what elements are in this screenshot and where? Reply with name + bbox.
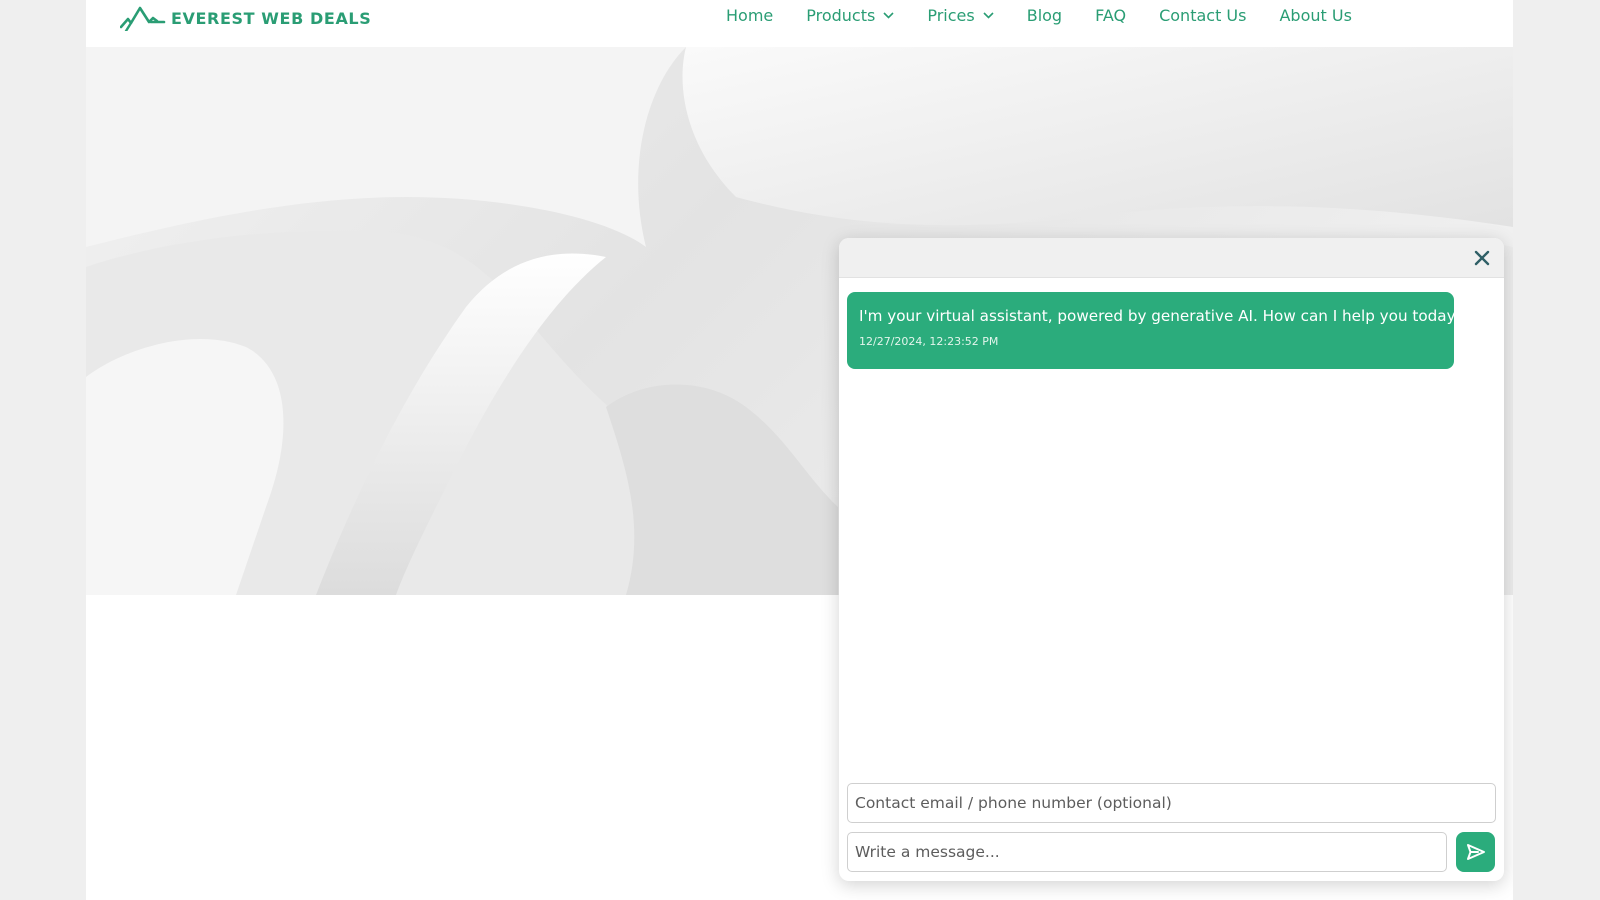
assistant-message-bubble: I'm your virtual assistant, powered by g… bbox=[847, 292, 1464, 369]
send-icon bbox=[1466, 844, 1485, 860]
nav-home[interactable]: Home bbox=[726, 6, 773, 25]
nav-prices-label: Prices bbox=[927, 6, 975, 25]
chevron-down-icon bbox=[883, 12, 894, 19]
chevron-down-icon bbox=[983, 12, 994, 19]
nav-products-label: Products bbox=[806, 6, 876, 25]
assistant-message-text: I'm your virtual assistant, powered by g… bbox=[859, 307, 1464, 325]
chat-widget: I'm your virtual assistant, powered by g… bbox=[839, 238, 1504, 881]
page: EVEREST WEB DEALS Home Products Prices B… bbox=[86, 0, 1513, 900]
close-icon bbox=[1474, 250, 1490, 266]
site-logo[interactable]: EVEREST WEB DEALS bbox=[120, 3, 371, 33]
contact-info-input[interactable] bbox=[847, 783, 1496, 823]
nav-about-us-label: About Us bbox=[1279, 6, 1352, 25]
nav-products[interactable]: Products bbox=[806, 6, 894, 25]
message-timestamp: 12/27/2024, 12:23:52 PM bbox=[859, 335, 999, 348]
nav-contact-us[interactable]: Contact Us bbox=[1159, 6, 1246, 25]
send-button[interactable] bbox=[1456, 832, 1495, 872]
nav-about-us[interactable]: About Us bbox=[1279, 6, 1351, 25]
nav-faq-label: FAQ bbox=[1095, 6, 1127, 25]
nav-home-label: Home bbox=[726, 6, 774, 25]
nav-blog-label: Blog bbox=[1026, 6, 1063, 25]
message-input[interactable] bbox=[847, 832, 1447, 872]
nav-faq[interactable]: FAQ bbox=[1095, 6, 1126, 25]
nav-blog[interactable]: Blog bbox=[1027, 6, 1062, 25]
nav-prices[interactable]: Prices bbox=[927, 6, 994, 25]
main-nav: Home Products Prices Blog FAQ Contact Us… bbox=[726, 6, 1385, 25]
chat-close-button[interactable] bbox=[1470, 246, 1494, 270]
mountain-logo-icon bbox=[120, 6, 166, 31]
chat-header bbox=[839, 238, 1504, 278]
site-header: EVEREST WEB DEALS Home Products Prices B… bbox=[86, 0, 1513, 47]
nav-contact-us-label: Contact Us bbox=[1159, 6, 1247, 25]
logo-text: EVEREST WEB DEALS bbox=[171, 8, 372, 28]
